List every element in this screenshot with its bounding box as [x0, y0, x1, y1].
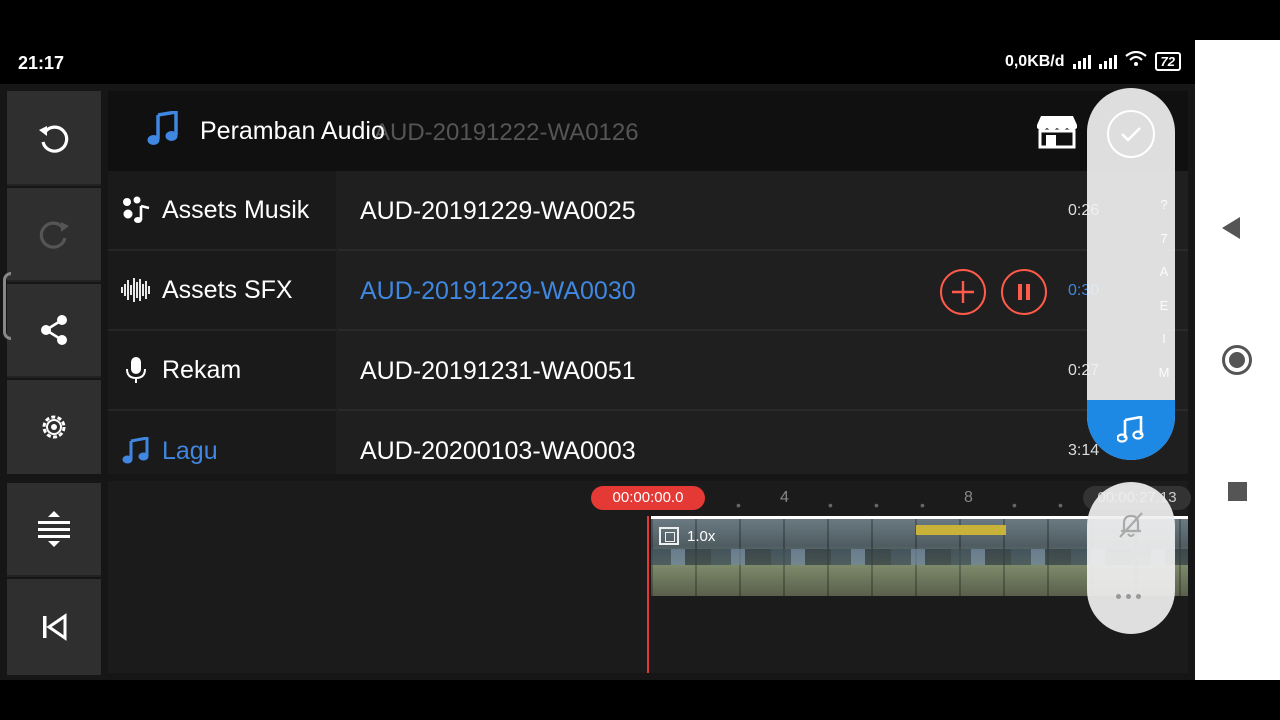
- system-nav-bar: [1195, 40, 1280, 680]
- network-speed: 0,0KB/d: [1004, 52, 1065, 70]
- home-icon[interactable]: [1222, 345, 1252, 375]
- audio-file-row[interactable]: AUD-20191229-WA0025 0:26: [338, 171, 1188, 251]
- ruler-dot: •: [828, 497, 833, 513]
- index-letter[interactable]: E: [1156, 289, 1172, 323]
- editor-app: AUD-20191222-WA0126 Peramban Audio Asset…: [0, 84, 1195, 680]
- music-note-icon: [1117, 416, 1144, 443]
- file-name: AUD-20191231-WA0051: [360, 357, 636, 385]
- audio-file-row[interactable]: AUD-20200103-WA0003 3:14: [338, 411, 1188, 491]
- store-icon[interactable]: [1036, 113, 1078, 154]
- ruler-label: 4: [780, 489, 789, 506]
- category-label: Assets Musik: [162, 195, 310, 224]
- header-ghost-text: AUD-20191222-WA0126: [374, 119, 639, 146]
- ruler-dot: •: [1012, 497, 1017, 513]
- undo-icon: [39, 125, 69, 153]
- category-label: Assets SFX: [162, 275, 293, 304]
- category-label: Lagu: [162, 436, 218, 465]
- settings-button[interactable]: [7, 380, 101, 474]
- redo-icon: [39, 221, 69, 249]
- music-assets-icon: [110, 196, 162, 224]
- battery-indicator: 72: [1154, 52, 1181, 71]
- share-icon: [41, 315, 67, 345]
- ruler-label: 8: [964, 489, 973, 506]
- more-options-icon[interactable]: [1116, 594, 1141, 599]
- back-icon[interactable]: [1222, 217, 1240, 239]
- pause-icon: [1018, 284, 1030, 300]
- layers-button[interactable]: [7, 483, 101, 577]
- signal-icon-2: [1098, 54, 1117, 69]
- film-icon: [659, 527, 679, 545]
- index-letter[interactable]: A: [1156, 255, 1172, 289]
- wifi-icon: [1124, 50, 1147, 72]
- timeline[interactable]: • 4 • • • 8 • • 1.0x 00:00:00.0 00:00:27…: [108, 481, 1191, 673]
- category-list: Assets Musik Assets SFX Rekam Lagu: [108, 171, 336, 474]
- undo-button[interactable]: [7, 91, 101, 186]
- gear-icon: [42, 415, 66, 439]
- skip-to-start-button[interactable]: [7, 579, 101, 675]
- plus-icon: [952, 281, 974, 303]
- status-time: 21:17: [18, 53, 65, 73]
- side-drawer-handle[interactable]: [3, 272, 11, 340]
- category-assets-musik[interactable]: Assets Musik: [108, 171, 336, 251]
- ruler-dot: •: [920, 497, 925, 513]
- microphone-icon: [110, 356, 162, 384]
- waveform-icon: [110, 277, 162, 303]
- audio-file-row-playing[interactable]: AUD-20191229-WA0030 0:30: [338, 251, 1188, 331]
- browser-title: Peramban Audio: [200, 117, 385, 145]
- playhead-time: 00:00:00.0: [591, 486, 705, 510]
- confirm-button[interactable]: [1107, 110, 1155, 158]
- file-name: AUD-20200103-WA0003: [360, 437, 636, 465]
- redo-button[interactable]: [7, 188, 101, 282]
- music-note-icon: [146, 109, 180, 152]
- audio-mode-button[interactable]: [1087, 400, 1175, 460]
- clip-speed-label: 1.0x: [687, 527, 716, 545]
- file-name: AUD-20191229-WA0025: [360, 197, 636, 225]
- signal-icon: [1072, 54, 1091, 69]
- floating-action-panel: ? 7 A E I M Q U: [1087, 88, 1175, 460]
- category-lagu[interactable]: Lagu: [108, 411, 336, 491]
- audio-file-list: AUD-20191229-WA0025 0:26 AUD-20191229-WA…: [338, 171, 1188, 474]
- clip-thumbnail-highlight: [916, 525, 1006, 535]
- left-toolbar: [7, 91, 101, 675]
- check-icon: [1121, 127, 1141, 142]
- category-rekam[interactable]: Rekam: [108, 331, 336, 411]
- category-label: Rekam: [162, 355, 242, 384]
- music-note-icon: [110, 437, 162, 465]
- index-letter[interactable]: M: [1156, 356, 1172, 390]
- share-button[interactable]: [7, 284, 101, 378]
- ruler-dot: •: [736, 497, 741, 513]
- status-bar: 21:17 0,0KB/d 72: [0, 40, 1195, 84]
- ruler-dot: •: [874, 497, 879, 513]
- clip-speed-badge: 1.0x: [659, 527, 715, 545]
- index-letter[interactable]: 7: [1156, 222, 1172, 256]
- layers-icon: [38, 511, 70, 547]
- status-indicators: 0,0KB/d 72: [1004, 50, 1181, 72]
- recent-apps-icon[interactable]: [1228, 482, 1247, 501]
- audio-file-row[interactable]: AUD-20191231-WA0051 0:27: [338, 331, 1188, 411]
- index-letter[interactable]: ?: [1156, 188, 1172, 222]
- index-letter[interactable]: I: [1156, 322, 1172, 356]
- browser-header: AUD-20191222-WA0126 Peramban Audio: [108, 91, 1188, 171]
- add-audio-button[interactable]: [940, 269, 986, 315]
- audio-browser: AUD-20191222-WA0126 Peramban Audio Asset…: [108, 91, 1188, 474]
- playhead[interactable]: [647, 516, 649, 673]
- mute-bell-icon[interactable]: [1116, 510, 1146, 545]
- category-assets-sfx[interactable]: Assets SFX: [108, 251, 336, 331]
- skip-to-start-icon: [43, 613, 67, 641]
- pause-button[interactable]: [1001, 269, 1047, 315]
- ruler-dot: •: [1058, 497, 1063, 513]
- file-name: AUD-20191229-WA0030: [360, 277, 636, 305]
- floating-tools-panel: [1087, 482, 1175, 634]
